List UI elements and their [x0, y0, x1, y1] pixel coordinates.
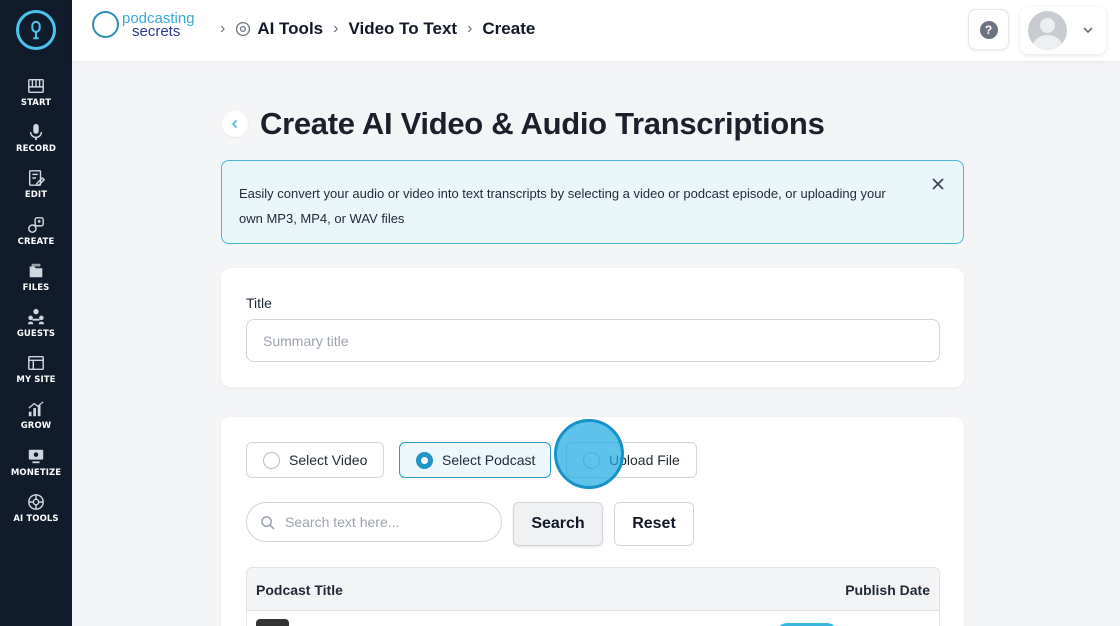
sidebar-item-label: CREATE: [17, 237, 55, 247]
chevron-right-icon: ›: [220, 20, 226, 37]
sidebar-item-label: GUESTS: [16, 329, 56, 339]
close-icon[interactable]: [931, 177, 945, 191]
guests-icon: [27, 308, 45, 325]
option-label: Select Video: [289, 452, 368, 468]
radio-button[interactable]: [263, 451, 280, 469]
sidebar-item-grow[interactable]: GROW: [0, 400, 72, 446]
sidebar-item-label: EDIT: [24, 190, 48, 200]
piano-icon: [28, 78, 44, 94]
monetize-icon: [28, 449, 44, 464]
sidebar-item-create[interactable]: CREATE: [0, 216, 72, 262]
sidebar-item-my-site[interactable]: MY SITE: [0, 354, 72, 400]
chevron-left-icon: [231, 119, 238, 129]
breadcrumb-ai-tools[interactable]: AI Tools: [257, 19, 323, 39]
edit-icon: [28, 170, 45, 186]
podcast-thumbnail: [256, 619, 289, 626]
chevron-right-icon: ›: [333, 20, 339, 37]
sidebar-item-record[interactable]: RECORD: [0, 123, 72, 169]
upload-file-option[interactable]: Upload File: [566, 442, 697, 478]
search-button[interactable]: Search: [513, 502, 603, 546]
site-icon: [28, 355, 44, 371]
help-button[interactable]: ?: [968, 9, 1009, 50]
column-podcast-title[interactable]: Podcast Title: [256, 582, 343, 598]
ai-icon: [236, 21, 251, 37]
sidebar: START RECORD EDIT CREATE FILES GUESTS MY…: [0, 0, 72, 626]
search-input[interactable]: [285, 511, 495, 533]
option-label: Upload File: [609, 452, 680, 468]
sidebar-item-label: MONETIZE: [10, 468, 62, 478]
breadcrumb-create: Create: [482, 19, 536, 38]
avatar: [1028, 11, 1067, 50]
microphone-icon: [29, 123, 43, 141]
sidebar-item-monetize[interactable]: MONETIZE: [0, 447, 72, 493]
page-title: Create AI Video & Audio Transcriptions: [260, 106, 825, 141]
radio-button[interactable]: [583, 451, 600, 469]
sidebar-item-start[interactable]: START: [0, 77, 72, 123]
sidebar-item-label: MY SITE: [16, 375, 56, 385]
user-menu-button[interactable]: [1020, 7, 1106, 54]
sidebar-item-label: RECORD: [15, 144, 57, 154]
back-button[interactable]: [222, 111, 248, 137]
sidebar-item-label: GROW: [20, 421, 52, 431]
brand-mark-icon: [92, 11, 119, 38]
search-box[interactable]: [246, 502, 502, 542]
create-icon: [28, 217, 44, 233]
radio-button[interactable]: [416, 451, 433, 469]
sidebar-item-guests[interactable]: GUESTS: [0, 308, 72, 354]
sidebar-item-edit[interactable]: EDIT: [0, 169, 72, 215]
podcast-logo-icon[interactable]: [16, 10, 56, 50]
search-icon: [261, 516, 275, 530]
sidebar-item-label: START: [20, 98, 52, 108]
breadcrumb: › AI Tools › Video To Text › Create: [210, 19, 535, 39]
sidebar-item-label: FILES: [22, 283, 50, 293]
select-podcast-option[interactable]: Select Podcast: [399, 442, 551, 478]
chevron-right-icon: ›: [467, 20, 473, 37]
column-publish-date[interactable]: Publish Date: [845, 582, 930, 598]
table-header: Podcast Title Publish Date: [246, 567, 940, 611]
sidebar-item-ai-tools[interactable]: AI TOOLS: [0, 493, 72, 539]
option-label: Select Podcast: [442, 452, 536, 468]
table-row[interactable]: [246, 611, 940, 626]
brand-logo[interactable]: podcasting secrets: [92, 11, 195, 39]
top-header: podcasting secrets › AI Tools › Video To…: [72, 0, 1120, 61]
breadcrumb-video-to-text[interactable]: Video To Text: [348, 19, 457, 39]
reset-button[interactable]: Reset: [614, 502, 694, 546]
sidebar-item-files[interactable]: FILES: [0, 262, 72, 308]
title-label: Title: [246, 295, 272, 311]
source-card: Select Video Select Podcast Upload File …: [221, 417, 964, 626]
title-card: Title: [221, 268, 964, 387]
select-video-option[interactable]: Select Video: [246, 442, 384, 478]
title-input[interactable]: [246, 319, 940, 362]
info-text: Easily convert your audio or video into …: [239, 186, 886, 226]
ai-icon: [28, 494, 44, 510]
chevron-down-icon: [1083, 27, 1093, 34]
sidebar-item-label: AI TOOLS: [13, 514, 59, 524]
info-banner: Easily convert your audio or video into …: [221, 160, 964, 244]
chart-icon: [28, 401, 44, 417]
files-icon: [29, 263, 43, 278]
help-icon: ?: [979, 20, 998, 39]
